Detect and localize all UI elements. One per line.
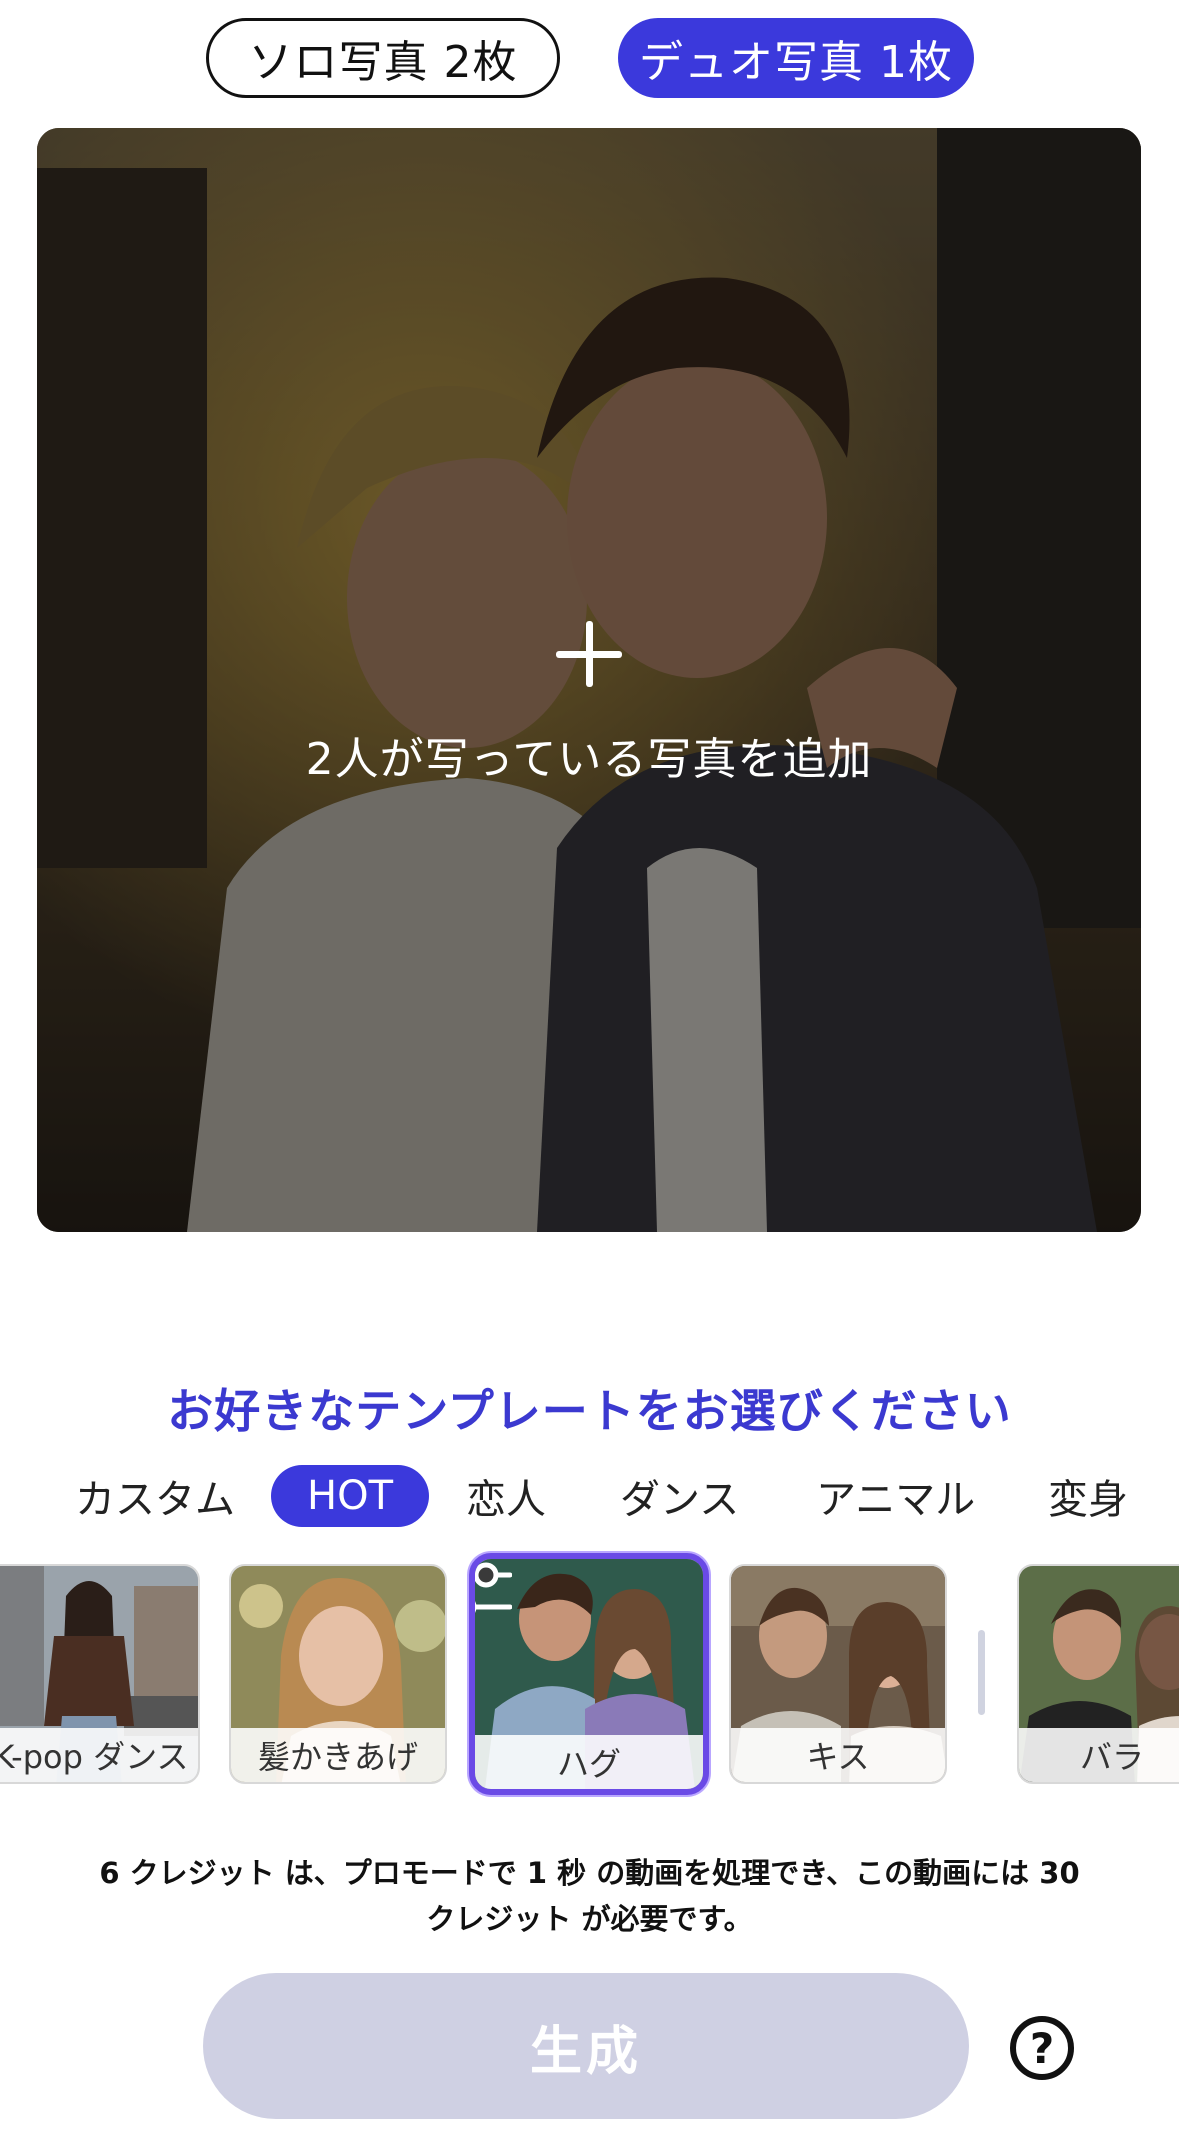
credit-note: 6 クレジット は、プロモードで 1 秒 の動画を処理でき、この動画には 30 … xyxy=(99,1856,1080,1936)
template-label: ハグ xyxy=(475,1735,703,1789)
template-card-rose[interactable]: バラ xyxy=(1017,1564,1179,1784)
adjust-sliders-icon[interactable] xyxy=(469,1559,512,1623)
template-label: バラ xyxy=(1019,1728,1179,1782)
generate-button[interactable]: 生成 xyxy=(203,1973,969,2119)
template-card-kpop-dance[interactable]: K-pop ダンス xyxy=(0,1564,200,1784)
question-circle-icon[interactable]: ? xyxy=(1010,2016,1074,2080)
photo-upload-area[interactable]: 2人が写っている写真を追加 xyxy=(37,128,1141,1232)
template-heading: お好きなテンプレートをお選びください xyxy=(167,1384,1012,1438)
plus-icon[interactable] xyxy=(556,621,622,687)
template-label: 髪かきあげ xyxy=(231,1728,445,1782)
template-label: キス xyxy=(731,1728,945,1782)
category-tab-lovers[interactable]: 恋人 xyxy=(466,1465,546,1527)
duo-photo-tab[interactable]: デュオ写真 1枚 xyxy=(618,18,974,98)
category-tab-transform[interactable]: 変身 xyxy=(1048,1465,1128,1527)
category-tab-animal[interactable]: アニマル xyxy=(816,1465,975,1527)
template-card-hair-flip[interactable]: 髪かきあげ xyxy=(229,1564,447,1784)
category-tab-dance[interactable]: ダンス xyxy=(620,1465,739,1527)
template-label: K-pop ダンス xyxy=(0,1728,198,1782)
scroll-divider xyxy=(978,1630,985,1715)
add-photo-label: 2人が写っている写真を追加 xyxy=(305,734,873,785)
category-tab-custom[interactable]: カスタム xyxy=(75,1465,235,1527)
category-tab-hot[interactable]: HOT xyxy=(271,1465,429,1527)
template-card-hug[interactable]: ハグ xyxy=(469,1553,709,1795)
solo-photo-tab[interactable]: ソロ写真 2枚 xyxy=(206,18,560,98)
template-card-kiss[interactable]: キス xyxy=(729,1564,947,1784)
